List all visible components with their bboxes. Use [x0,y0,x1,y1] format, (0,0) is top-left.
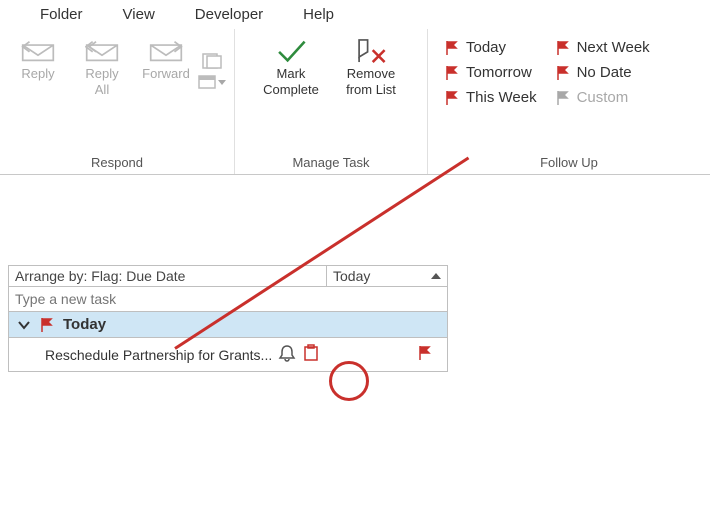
reply-button[interactable]: Reply [6,33,70,81]
flag-icon [555,90,571,106]
flag-icon [444,65,460,81]
flag-icon [417,345,433,361]
arrange-by-label[interactable]: Arrange by: Flag: Due Date [9,266,327,286]
group-follow-up-label: Follow Up [434,153,704,172]
followup-today-label: Today [466,39,506,56]
remove-from-list-label-2: from List [346,83,396,97]
respond-more[interactable] [198,33,226,89]
task-title: Reschedule Partnership for Grants... [45,347,272,363]
flag-icon [444,90,460,106]
task-group-header-label: Today [63,316,106,333]
arrange-sort[interactable]: Today [327,266,447,286]
group-manage-task-label: Manage Task [241,153,421,172]
remove-from-list-label-1: Remove [347,67,395,81]
chevron-down-icon [17,318,31,332]
forward-button[interactable]: Forward [134,33,198,81]
flag-icon [555,65,571,81]
followup-next-week[interactable]: Next Week [555,39,650,56]
followup-no-date[interactable]: No Date [555,64,650,81]
new-task-row[interactable] [9,287,447,312]
followup-tomorrow[interactable]: Tomorrow [444,64,537,81]
mark-complete-button[interactable]: Mark Complete [251,33,331,98]
flag-icon [39,317,55,333]
arrange-header[interactable]: Arrange by: Flag: Due Date Today [9,266,447,287]
flag-icon [444,40,460,56]
ribbon: Reply Reply All Forward Respond Mark [0,29,710,175]
menu-bar: Folder View Developer Help [0,0,710,29]
task-group-header[interactable]: Today [9,312,447,338]
menu-help[interactable]: Help [303,6,334,23]
followup-this-week-label: This Week [466,89,537,106]
group-follow-up: Today Next Week Tomorrow No Date This We… [428,29,710,174]
menu-folder[interactable]: Folder [40,6,83,23]
group-respond-label: Respond [6,153,228,172]
menu-view[interactable]: View [123,6,155,23]
new-task-input[interactable] [9,287,447,311]
sort-ascending-icon [431,273,441,279]
reply-all-label-2: All [95,83,109,97]
reply-all-label-1: Reply [85,67,118,81]
reply-all-button[interactable]: Reply All [70,33,134,98]
arrange-sort-label: Today [333,268,370,284]
reply-label: Reply [21,67,54,81]
task-pane: Arrange by: Flag: Due Date Today Today R… [8,265,448,372]
mark-complete-label-2: Complete [263,83,319,97]
remove-from-list-button[interactable]: Remove from List [331,33,411,98]
followup-custom-label: Custom [577,89,629,106]
forward-label: Forward [142,67,190,81]
mark-complete-label-1: Mark [277,67,306,81]
group-respond: Reply Reply All Forward Respond [0,29,235,174]
bell-icon [278,344,296,365]
clipboard-icon [302,344,320,365]
group-manage-task: Mark Complete Remove from List Manage Ta… [235,29,428,174]
followup-no-date-label: No Date [577,64,632,81]
task-flag[interactable] [417,345,439,364]
followup-today[interactable]: Today [444,39,537,56]
task-row[interactable]: Reschedule Partnership for Grants... [9,338,447,371]
followup-custom[interactable]: Custom [555,89,650,106]
followup-this-week[interactable]: This Week [444,89,537,106]
flag-icon [555,40,571,56]
followup-next-week-label: Next Week [577,39,650,56]
menu-developer[interactable]: Developer [195,6,263,23]
followup-tomorrow-label: Tomorrow [466,64,532,81]
